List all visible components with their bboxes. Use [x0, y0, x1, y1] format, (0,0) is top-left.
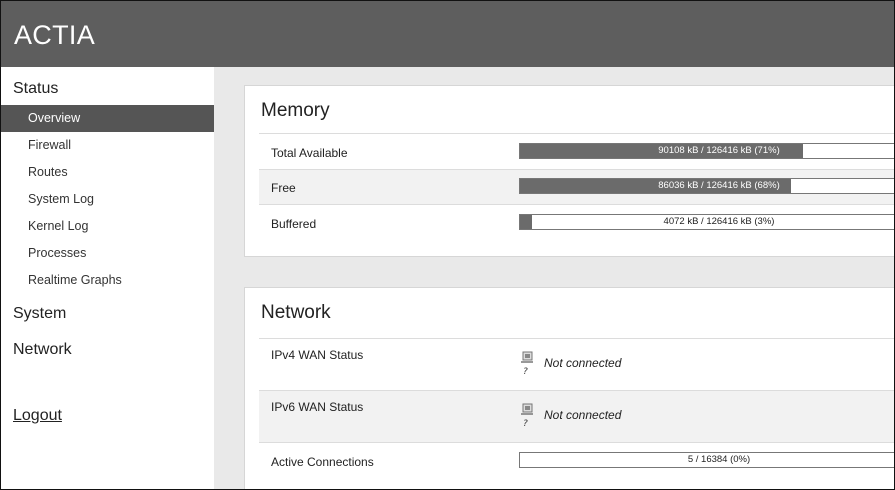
- network-row-ipv4: IPv4 WAN Status ? Not connected: [259, 338, 894, 390]
- sidebar-section-status[interactable]: Status: [13, 80, 58, 98]
- brand-logo[interactable]: ACTIA: [14, 20, 95, 51]
- memory-title: Memory: [261, 100, 330, 121]
- sidebar-item-firewall[interactable]: Firewall: [1, 132, 214, 159]
- network-row-ipv6: IPv6 WAN Status ? Not connected: [259, 390, 894, 442]
- top-header: ACTIA: [1, 1, 894, 67]
- bar-text: 4072 kB / 126416 kB (3%): [663, 216, 775, 227]
- status-text: Not connected: [544, 356, 622, 370]
- status-text: Not connected: [544, 408, 622, 422]
- memory-row-total: Total Available 90108 kB / 126416 kB (71…: [259, 133, 894, 169]
- app-window: ACTIA Status Overview Firewall Routes Sy…: [0, 0, 895, 490]
- sidebar-item-system-log[interactable]: System Log: [1, 186, 214, 213]
- bar-text: 86036 kB / 126416 kB (68%): [658, 180, 780, 191]
- sidebar-section-system[interactable]: System: [13, 305, 66, 323]
- sidebar-item-overview[interactable]: Overview: [1, 105, 214, 132]
- memory-card: Memory Total Available 90108 kB / 126416…: [244, 85, 894, 257]
- row-label: IPv4 WAN Status: [271, 348, 364, 362]
- network-title: Network: [261, 302, 331, 323]
- row-label: Buffered: [271, 217, 317, 231]
- row-label: IPv6 WAN Status: [271, 400, 364, 414]
- memory-free-bar: 86036 kB / 126416 kB (68%): [519, 178, 894, 194]
- memory-buffered-bar: 4072 kB / 126416 kB (3%): [519, 214, 894, 230]
- main-content: Memory Total Available 90108 kB / 126416…: [214, 67, 894, 489]
- sidebar-item-routes[interactable]: Routes: [1, 159, 214, 186]
- memory-total-bar: 90108 kB / 126416 kB (71%): [519, 143, 894, 159]
- row-label: Total Available: [271, 146, 348, 160]
- sidebar-item-realtime-graphs[interactable]: Realtime Graphs: [1, 267, 214, 294]
- connections-bar: 5 / 16384 (0%): [519, 452, 894, 468]
- row-label: Active Connections: [271, 455, 374, 469]
- network-unknown-icon: ?: [519, 350, 539, 377]
- memory-row-free: Free 86036 kB / 126416 kB (68%): [259, 169, 894, 204]
- row-label: Free: [271, 181, 296, 195]
- sidebar-section-network[interactable]: Network: [13, 341, 72, 359]
- network-card: Network IPv4 WAN Status ? Not connected: [244, 287, 894, 489]
- svg-text:?: ?: [523, 367, 528, 376]
- bar-text: 5 / 16384 (0%): [687, 454, 751, 465]
- bar-text: 90108 kB / 126416 kB (71%): [658, 145, 780, 156]
- network-row-connections: Active Connections 5 / 16384 (0%): [259, 442, 894, 479]
- network-unknown-icon: ?: [519, 402, 539, 429]
- sidebar-item-processes[interactable]: Processes: [1, 240, 214, 267]
- svg-text:?: ?: [523, 419, 528, 428]
- sidebar: Status Overview Firewall Routes System L…: [1, 67, 215, 489]
- logout-link[interactable]: Logout: [13, 407, 62, 425]
- sidebar-item-kernel-log[interactable]: Kernel Log: [1, 213, 214, 240]
- memory-row-buffered: Buffered 4072 kB / 126416 kB (3%): [259, 204, 894, 240]
